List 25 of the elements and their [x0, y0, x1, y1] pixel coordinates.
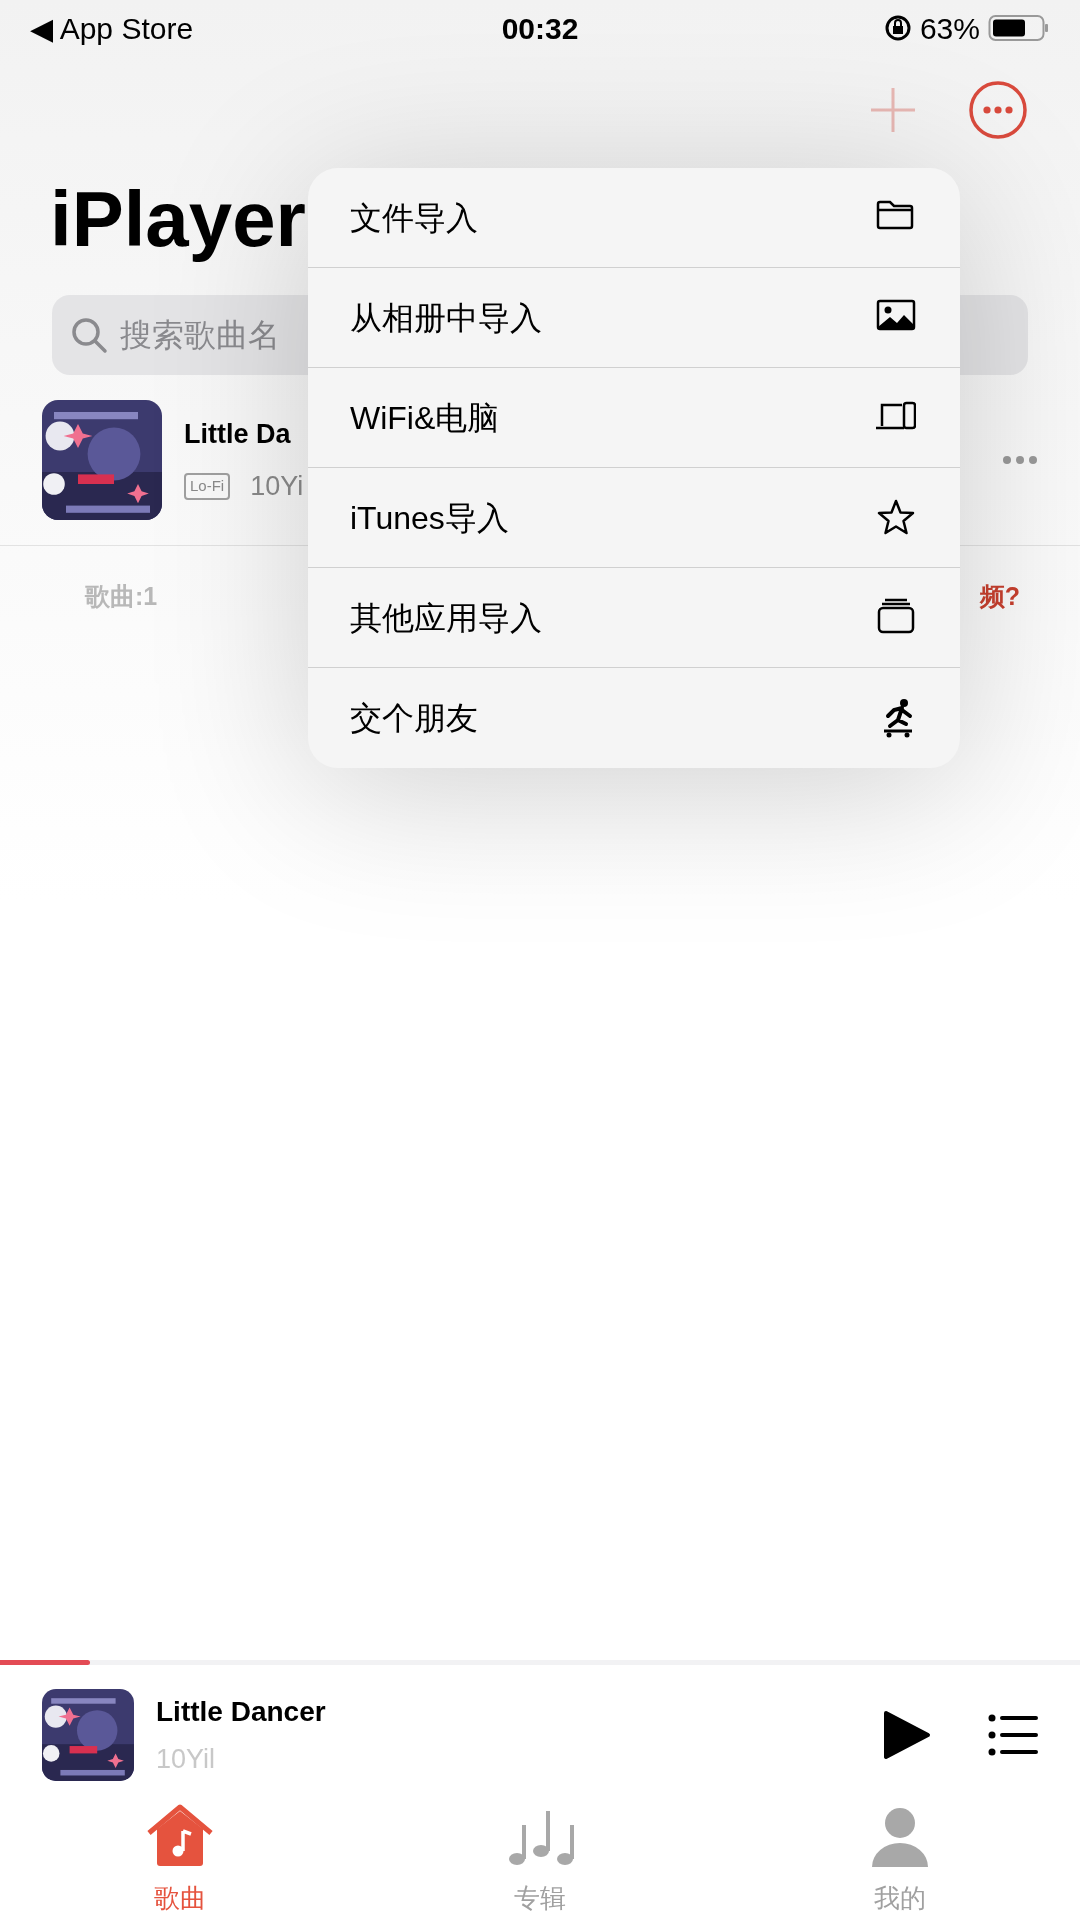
- song-title: Little Da: [184, 417, 291, 451]
- menu-item[interactable]: 交个朋友: [308, 668, 960, 768]
- genre-tag: Lo-Fi: [184, 473, 231, 500]
- menu-item[interactable]: 从相册中导入: [308, 268, 960, 368]
- search-icon: [70, 316, 108, 354]
- more-icon[interactable]: [1002, 455, 1038, 465]
- more-icon[interactable]: [968, 80, 1028, 140]
- menu-item[interactable]: WiFi&电脑: [308, 368, 960, 468]
- search-placeholder: 搜索歌曲名: [120, 316, 280, 355]
- house-icon: [145, 1803, 215, 1869]
- help-link[interactable]: 频?: [979, 578, 1020, 616]
- now-playing-title: Little Dancer: [156, 1694, 327, 1729]
- playlist-icon[interactable]: [988, 1713, 1038, 1757]
- song-count: 歌曲:1: [85, 581, 158, 612]
- tab[interactable]: 歌曲: [0, 1803, 360, 1918]
- status-time: 00:32: [501, 10, 579, 47]
- battery-icon: [988, 14, 1050, 42]
- rotation-lock-icon: [883, 14, 912, 42]
- battery-percent: 63%: [919, 10, 980, 47]
- page-title: iPlayer: [50, 175, 306, 263]
- back-to-app-label[interactable]: ◀ App Store: [30, 5, 330, 51]
- menu-item[interactable]: 其他应用导入: [308, 568, 960, 668]
- song-artist: 10Yi: [250, 470, 304, 503]
- menu-item[interactable]: 文件导入: [308, 168, 960, 268]
- menu-item[interactable]: iTunes导入: [308, 468, 960, 568]
